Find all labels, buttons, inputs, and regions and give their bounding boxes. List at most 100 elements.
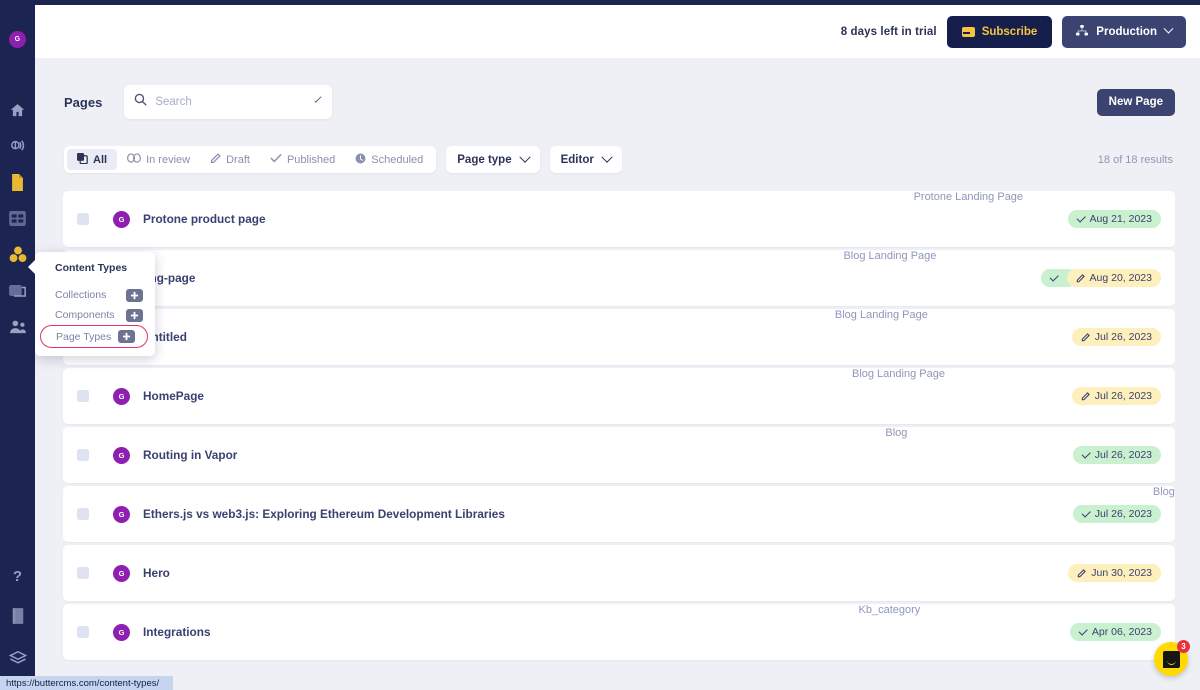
page-type-filter[interactable]: Page type	[446, 146, 539, 173]
filter-in-review-label: In review	[146, 154, 190, 166]
row-checkbox[interactable]	[77, 390, 89, 402]
chevron-down-icon	[519, 151, 530, 162]
blog-icon	[9, 138, 26, 155]
row-badges: Aug 20, 2023	[1041, 269, 1161, 287]
filter-published[interactable]: Published	[260, 149, 345, 170]
row-spacer: Blog Landing Page	[195, 250, 1040, 306]
filter-bar: All In review Dr	[35, 119, 1200, 173]
filter-draft[interactable]: Draft	[200, 149, 260, 170]
row-spacer: Kb_category	[211, 604, 1070, 660]
page-title: Pages	[64, 95, 102, 110]
results-count: 18 of 18 results	[1098, 154, 1173, 166]
popup-item-page-types[interactable]: Page Types	[40, 325, 148, 348]
check-icon	[1076, 213, 1085, 222]
search-icon	[134, 93, 147, 111]
popup-title: Content Types	[35, 262, 155, 285]
sidebar-item-blog[interactable]	[8, 136, 28, 156]
add-icon[interactable]	[126, 309, 143, 322]
row-title[interactable]: Protone product page	[143, 212, 266, 226]
sidebar-item-team[interactable]	[8, 316, 28, 336]
team-icon	[9, 319, 27, 334]
filter-in-review[interactable]: In review	[117, 149, 200, 170]
chat-widget-button[interactable]: 3	[1154, 642, 1188, 676]
environment-label: Production	[1096, 26, 1157, 38]
row-avatar: G	[113, 447, 130, 464]
popup-item-collections[interactable]: Collections	[35, 285, 155, 305]
check-icon	[1049, 272, 1058, 281]
row-avatar: G	[113, 506, 130, 523]
layers-icon	[9, 650, 27, 666]
row-title[interactable]: Ethers.js vs web3.js: Exploring Ethereum…	[143, 507, 505, 521]
row-title[interactable]: Integrations	[143, 625, 211, 639]
review-icon	[127, 153, 141, 166]
sidebar-item-media[interactable]	[8, 280, 28, 300]
chat-unread-badge: 3	[1177, 640, 1190, 653]
popup-item-list: CollectionsComponentsPage Types	[35, 285, 155, 348]
row-checkbox[interactable]	[77, 508, 89, 520]
table-row[interactable]: GHeroJun 30, 2023	[63, 545, 1175, 601]
status-badge-label: Jul 26, 2023	[1095, 508, 1152, 520]
status-badge: Jul 26, 2023	[1072, 328, 1161, 346]
row-title[interactable]: Routing in Vapor	[143, 448, 237, 462]
main-content: Pages New Page	[35, 58, 1200, 690]
left-sidebar: G	[0, 0, 35, 690]
sidebar-bottom-nav: ?	[0, 569, 35, 668]
row-title[interactable]: HomePage	[143, 389, 204, 403]
row-checkbox[interactable]	[77, 626, 89, 638]
status-badge-label: Jul 26, 2023	[1095, 449, 1152, 461]
table-row[interactable]: GUntitledBlog Landing PageJul 26, 2023	[63, 309, 1175, 365]
chevron-down-icon[interactable]	[315, 96, 322, 103]
check-icon	[1078, 626, 1087, 635]
row-page-type: Blog	[1153, 486, 1175, 498]
row-page-type: Kb_category	[859, 604, 921, 616]
chevron-down-icon	[1164, 24, 1174, 34]
sidebar-item-home[interactable]	[8, 100, 28, 120]
status-badge: Jul 26, 2023	[1073, 505, 1161, 523]
editor-filter[interactable]: Editor	[550, 146, 622, 173]
environment-selector[interactable]: Production	[1062, 16, 1186, 48]
status-badge-label: Aug 21, 2023	[1090, 213, 1152, 225]
filter-all[interactable]: All	[67, 149, 117, 170]
filter-draft-label: Draft	[226, 154, 250, 166]
row-spacer: Blog	[237, 427, 1072, 483]
subscribe-button[interactable]: Subscribe	[947, 16, 1053, 48]
row-title[interactable]: Hero	[143, 566, 170, 580]
home-icon	[9, 102, 26, 119]
search-box[interactable]	[124, 85, 332, 119]
table-row[interactable]: GHomePageBlog Landing PageJul 26, 2023	[63, 368, 1175, 424]
sidebar-item-docs[interactable]	[8, 606, 28, 626]
status-badge-label: Jul 26, 2023	[1095, 390, 1152, 402]
status-badge: Jul 26, 2023	[1073, 446, 1161, 464]
status-filter-group: All In review Dr	[64, 146, 436, 173]
search-input[interactable]	[155, 96, 309, 108]
status-badge: Aug 20, 2023	[1067, 269, 1161, 287]
sidebar-item-content-types[interactable]	[8, 244, 28, 264]
popup-item-components[interactable]: Components	[35, 305, 155, 325]
help-icon[interactable]: ?	[13, 569, 22, 584]
sidebar-item-collections[interactable]	[8, 208, 28, 228]
row-spacer: Blog Landing Page	[204, 368, 1072, 424]
row-spacer	[170, 545, 1068, 601]
table-row[interactable]: GIntegrationsKb_categoryApr 06, 2023	[63, 604, 1175, 660]
table-row[interactable]: Gling-pageBlog Landing PageAug 20, 2023	[63, 250, 1175, 306]
content-types-popup: Content Types CollectionsComponentsPage …	[35, 252, 155, 356]
sidebar-item-pages[interactable]	[8, 172, 28, 192]
status-badge: Jun 30, 2023	[1068, 564, 1161, 582]
content-types-icon	[9, 246, 27, 263]
avatar[interactable]: G	[9, 31, 26, 48]
chat-bubble-icon	[1163, 651, 1180, 668]
row-checkbox[interactable]	[77, 567, 89, 579]
filter-scheduled[interactable]: Scheduled	[345, 149, 433, 170]
add-icon[interactable]	[118, 330, 135, 343]
row-checkbox[interactable]	[77, 449, 89, 461]
status-badge: Jul 26, 2023	[1072, 387, 1161, 405]
row-checkbox[interactable]	[77, 213, 89, 225]
table-row[interactable]: GProtone product pageProtone Landing Pag…	[63, 191, 1175, 247]
add-icon[interactable]	[126, 289, 143, 302]
new-page-button[interactable]: New Page	[1097, 89, 1175, 116]
table-row[interactable]: G Ethers.js vs web3.js: Exploring Ethereu…	[63, 486, 1175, 542]
table-row[interactable]: G Routing in Vapor Blog Jul 26, 2023	[63, 427, 1175, 483]
row-page-type: Blog	[885, 427, 907, 439]
sidebar-item-layers[interactable]	[8, 648, 28, 668]
pencil-icon	[210, 153, 221, 167]
